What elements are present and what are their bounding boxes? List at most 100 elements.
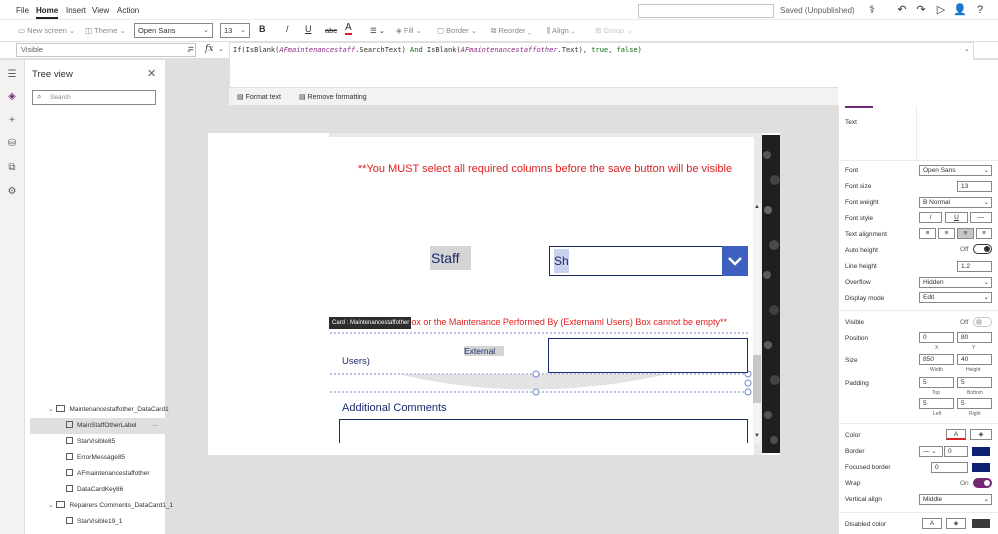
tree-item-starvisible85[interactable]: StarVisible85: [30, 434, 165, 450]
wrap-toggle[interactable]: [973, 478, 992, 488]
stethoscope-icon[interactable]: ⚕: [865, 3, 879, 17]
text-property-input[interactable]: [916, 106, 998, 162]
border-style-select[interactable]: — ⌄: [919, 446, 943, 457]
focused-border-color-swatch[interactable]: [972, 463, 990, 472]
menu-view[interactable]: View: [92, 6, 109, 15]
form-scrollbar-thumb[interactable]: [753, 355, 761, 403]
user-icon[interactable]: 👤: [953, 3, 967, 17]
property-select[interactable]: Visible ⌄: [16, 43, 196, 57]
play-icon[interactable]: ▷: [934, 3, 948, 17]
scroll-up-icon[interactable]: ▲: [754, 204, 760, 210]
tree-item-errormessage85[interactable]: ErrorMessage85: [30, 450, 165, 466]
remove-formatting-button[interactable]: ▤ Remove formatting: [299, 93, 367, 101]
layers-icon[interactable]: ◈: [5, 90, 19, 104]
right-caption: Right: [969, 411, 981, 417]
visible-toggle[interactable]: [973, 317, 992, 327]
new-screen-button[interactable]: ▭ New screen ⌄: [18, 26, 75, 35]
align-button[interactable]: ⫼ Align ⌄: [547, 26, 575, 36]
italic-button[interactable]: /: [286, 24, 289, 34]
disabled-fill-color-icon[interactable]: ◈: [946, 518, 966, 529]
chevron-down-icon: ⌄: [240, 27, 246, 34]
redo-icon[interactable]: ↷: [914, 3, 928, 17]
align-right-icon[interactable]: ≡: [957, 228, 974, 239]
text-align-button[interactable]: ☰ ⌄: [370, 26, 385, 35]
strikethrough-toggle[interactable]: —: [970, 212, 992, 223]
font-weight-select[interactable]: B Normal ⌄: [919, 197, 992, 208]
position-x-input[interactable]: 0: [919, 332, 954, 343]
focused-border-input[interactable]: 0: [931, 462, 968, 473]
padding-right-input[interactable]: 5: [957, 398, 992, 409]
reorder-label: Reorder: [498, 26, 526, 35]
tree-item-starvisible19-1[interactable]: StarVisible19_1: [30, 514, 165, 530]
additional-comments-input[interactable]: [339, 419, 748, 443]
expand-formula-icon[interactable]: ⌄: [964, 45, 970, 53]
help-icon[interactable]: ?: [973, 3, 987, 17]
menu-home[interactable]: Home: [36, 6, 58, 15]
padding-top-input[interactable]: 5: [919, 377, 954, 388]
border-button[interactable]: ▢ Border ⌄: [437, 26, 477, 35]
top-search-box[interactable]: [638, 4, 774, 18]
width-input[interactable]: 850: [919, 354, 954, 365]
font-size-select[interactable]: 13 ⌄: [220, 23, 250, 38]
reorder-button[interactable]: ⧉ Reorder ⌄: [491, 26, 531, 36]
fill-button[interactable]: ◈ Fill ⌄: [396, 26, 422, 35]
y-caption: Y: [972, 345, 976, 351]
border-width-input[interactable]: 0: [944, 446, 968, 457]
media-icon[interactable]: ⧉: [5, 161, 19, 175]
menu-action[interactable]: Action: [117, 6, 139, 15]
more-options-icon[interactable]: ···: [152, 418, 159, 434]
font-select[interactable]: Open Sans ⌄: [919, 165, 992, 176]
tree-item-afmaintenancestaffother[interactable]: AFmaintenancestaffother: [30, 466, 165, 482]
staff-dropdown[interactable]: [549, 246, 748, 276]
tree-item-repairers-datacard[interactable]: ⌄ Repairers Comments_DataCard1_1: [30, 498, 173, 514]
plus-icon[interactable]: +: [5, 114, 19, 128]
form-scrollbar[interactable]: [753, 203, 761, 443]
height-input[interactable]: 40: [957, 354, 992, 365]
align-center-icon[interactable]: ≡: [938, 228, 955, 239]
line-height-input[interactable]: 1.2: [957, 261, 992, 272]
menu-insert[interactable]: Insert: [66, 6, 86, 15]
database-icon[interactable]: ⛁: [5, 137, 19, 151]
bold-button[interactable]: B: [259, 24, 266, 34]
padding-left-input[interactable]: 5: [919, 398, 954, 409]
format-text-button[interactable]: ▤ Format text: [237, 93, 281, 101]
theme-button[interactable]: ◫ Theme ⌄: [85, 26, 126, 35]
font-color-button[interactable]: A: [345, 22, 352, 35]
external-staff-input[interactable]: [548, 338, 748, 373]
fill-color-icon[interactable]: ◈: [970, 429, 992, 440]
menu-file[interactable]: File: [16, 6, 29, 15]
group-button[interactable]: ⊞ Group ⌄: [595, 26, 633, 35]
close-icon[interactable]: ✕: [147, 67, 156, 80]
strikethrough-button[interactable]: abc: [325, 26, 337, 35]
overflow-select[interactable]: Hidden ⌄: [919, 277, 992, 288]
auto-height-toggle[interactable]: [973, 244, 992, 254]
tree-item-datacardkey86[interactable]: DataCardKey86: [30, 482, 165, 498]
chevron-down-icon[interactable]: ⌄: [218, 45, 224, 53]
border-color-swatch[interactable]: [972, 447, 990, 456]
undo-icon[interactable]: ↶: [895, 3, 909, 17]
fx-button[interactable]: fx: [205, 44, 213, 54]
align-justify-icon[interactable]: ≡: [976, 228, 992, 239]
underline-toggle[interactable]: U: [945, 212, 968, 223]
vertical-align-select[interactable]: Middle ⌄: [919, 494, 992, 505]
underline-button[interactable]: U: [305, 24, 312, 34]
hamburger-icon[interactable]: ☰: [5, 68, 19, 82]
height-caption: Height: [966, 367, 981, 373]
disabled-text-color-button[interactable]: A: [922, 518, 942, 529]
tree-search-input[interactable]: ⌕ Search: [32, 90, 156, 105]
align-left-icon[interactable]: ≡: [919, 228, 936, 239]
font-size-input[interactable]: 13: [957, 181, 992, 192]
tree-item-mainstaffotherlabel[interactable]: MainStaffOtherLabel ···: [30, 418, 165, 434]
advanced-tools-icon[interactable]: ⚙: [5, 185, 19, 199]
display-mode-select[interactable]: Edit ⌄: [919, 292, 992, 303]
position-y-input[interactable]: 80: [957, 332, 992, 343]
staff-dropdown-button[interactable]: [722, 246, 748, 276]
italic-toggle[interactable]: /: [919, 212, 942, 223]
padding-bottom-input[interactable]: 5: [957, 377, 992, 388]
disabled-color-swatch[interactable]: [972, 519, 990, 528]
scroll-down-icon[interactable]: ▼: [754, 433, 760, 439]
font-family-select[interactable]: Open Sans ⌄: [134, 23, 213, 38]
formula-keyword: And: [410, 46, 423, 54]
tree-item-datacard[interactable]: ⌄ Maintenancestaffother_DataCard1: [30, 402, 169, 418]
text-color-button[interactable]: A: [946, 429, 966, 440]
